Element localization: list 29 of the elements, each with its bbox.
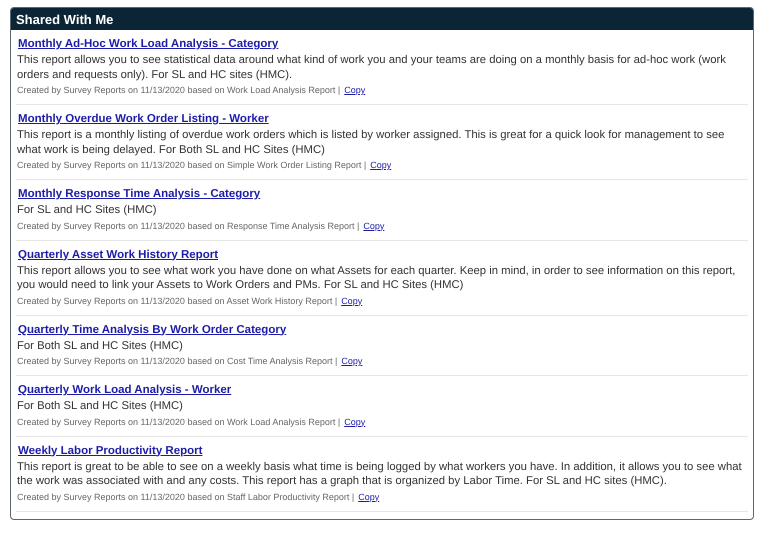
copy-link[interactable]: Copy [363,220,384,232]
report-meta: Created by Survey Reports on 11/13/2020 based on Simple Work Order Listing Report | [17,159,366,172]
copy-link[interactable]: Copy [344,416,366,428]
report-description: For Both SL and HC Sites (HMC) [17,399,184,414]
report-title-link[interactable]: Monthly Overdue Work Order Listing - Worker [18,111,269,127]
report-description: This report allows you to see what work you have done on what Assets for each quarter. Keep in mind, in order to see information on this report, you would need to link your Assets to Work Orders and PMs. For SL and HC Sites (HMC) [17,264,736,292]
copy-link[interactable]: Copy [344,84,366,97]
report-meta: Created by Survey Reports on 11/13/2020 based on Staff Labor Productivity Report | [17,490,354,504]
report-title-link[interactable]: Weekly Labor Productivity Report [18,442,202,458]
report-description: For Both SL and HC Sites (HMC) [17,338,184,353]
report-title-link[interactable]: Quarterly Time Analysis By Work Order Category [18,322,286,338]
report-description: For SL and HC Sites (HMC) [17,203,158,218]
report-title-link[interactable]: Quarterly Asset Work History Report [18,246,218,262]
report-description: This report is great to be able to see on a weekly basis what time is being logged by what workers you have. In addition, it allows you to see what the work was associated with and any costs. This report has a graph that is organized by Labor Time. For SL and HC sites (HMC). [17,460,743,488]
report-title-link[interactable]: Quarterly Work Load Analysis - Worker [18,382,232,398]
report-meta: Created by Survey Reports on 11/13/2020 based on Work Load Analysis Report | [17,84,340,97]
copy-link[interactable]: Copy [358,490,380,504]
report-description: This report allows you to see statistical data around what kind of work you and your teams are doing on a monthly basis for ad-hoc work (work orders and requests only). For SL and HC sites (HMC). [17,53,727,82]
report-meta: Created by Survey Reports on 11/13/2020 based on Work Load Analysis Report | [17,416,340,428]
copy-link[interactable]: Copy [341,294,362,308]
report-meta: Created by Survey Reports on 11/13/2020 based on Asset Work History Report | [17,294,338,308]
report-description: This report is a monthly listing of overdue work orders which is listed by worker assigned. This is great for a quick look for management to see what work is being delayed. For Both SL and HC Sites (HMC) [17,128,726,157]
report-title-link[interactable]: Monthly Response Time Analysis - Category [18,186,260,202]
copy-link[interactable]: Copy [370,159,392,172]
copy-link[interactable]: Copy [341,355,362,368]
report-meta: Created by Survey Reports on 11/13/2020 based on Cost Time Analysis Report | [17,355,338,368]
panel-title: Shared With Me [16,12,114,26]
report-meta: Created by Survey Reports on 11/13/2020 based on Response Time Analysis Report | [17,220,360,232]
report-title-link[interactable]: Monthly Ad-Hoc Work Load Analysis - Category [18,36,278,52]
